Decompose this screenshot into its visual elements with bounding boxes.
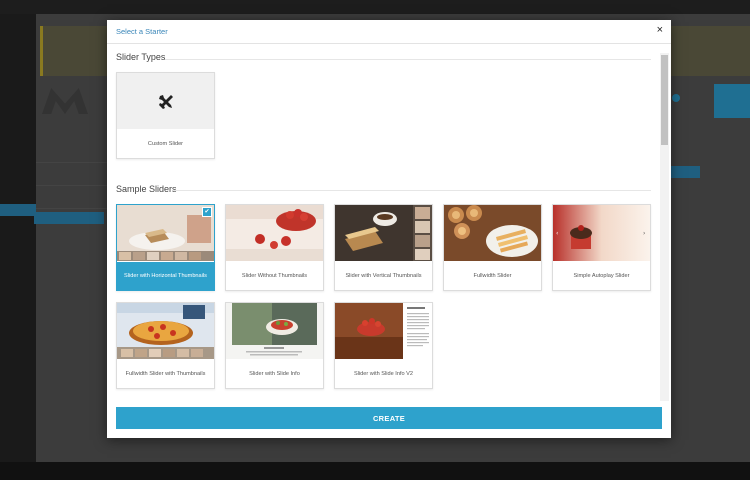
card-fullwidth-slider[interactable]: Fullwidth Slider xyxy=(443,204,542,291)
svg-text:›: › xyxy=(643,230,645,237)
modal-body: Slider Types Custom Slider Sample Slider… xyxy=(107,44,659,420)
page-footer xyxy=(0,462,750,480)
close-icon[interactable]: × xyxy=(657,24,663,36)
card-label: Simple Autoplay Slider xyxy=(573,273,630,279)
side-button xyxy=(670,166,700,178)
promo-box xyxy=(714,84,750,118)
card-slider-with-slide-info[interactable]: Slider with Slide Info xyxy=(225,302,324,389)
card-slider-vertical-thumbnails[interactable]: Slider with Vertical Thumbnails xyxy=(334,204,433,291)
section-title-slider-types: Slider Types xyxy=(116,52,166,62)
card-slider-horizontal-thumbnails[interactable]: ✔ Slider with Horizontal Thumbnails xyxy=(116,204,215,291)
new-slider-button xyxy=(34,212,104,224)
card-custom-slider[interactable]: Custom Slider xyxy=(116,72,215,159)
scrollbar-thumb[interactable] xyxy=(661,55,668,145)
modal-scrollbar[interactable] xyxy=(660,53,669,423)
card-thumbnail xyxy=(226,205,323,261)
card-thumbnail xyxy=(117,73,214,129)
modal-title: Select a Starter xyxy=(116,27,168,36)
card-label: Slider with Vertical Thumbnails xyxy=(345,273,422,279)
modal-header: Select a Starter × xyxy=(107,20,671,44)
help-icon xyxy=(672,94,680,102)
card-simple-autoplay-slider[interactable]: ‹ › Simple Autoplay Slider xyxy=(552,204,651,291)
card-label: Slider with Slide Info xyxy=(249,371,300,377)
card-thumbnail xyxy=(444,205,541,261)
section-divider xyxy=(165,59,651,60)
card-fullwidth-slider-with-thumbnails[interactable]: Fullwidth Slider with Thumbnails xyxy=(116,302,215,389)
card-slider-without-thumbnails[interactable]: Slider Without Thumbnails xyxy=(225,204,324,291)
card-thumbnail xyxy=(117,303,214,359)
admin-sidebar xyxy=(0,14,36,480)
checkmark-icon: ✔ xyxy=(202,207,212,217)
create-button[interactable]: CREATE xyxy=(116,407,662,429)
card-label: Slider with Slide Info V2 xyxy=(353,371,414,377)
section-title-sample-sliders: Sample Sliders xyxy=(116,184,177,194)
card-thumbnail xyxy=(335,205,432,261)
card-slider-with-slide-info-v2[interactable]: Slider with Slide Info V2 xyxy=(334,302,433,389)
card-label: Fullwidth Slider xyxy=(473,273,512,279)
card-label: Slider with Horizontal Thumbnails xyxy=(117,262,214,290)
card-label: Slider Without Thumbnails xyxy=(241,273,308,279)
section-divider xyxy=(173,190,651,191)
card-label: Custom Slider xyxy=(147,141,184,147)
card-label: Fullwidth Slider with Thumbnails xyxy=(125,371,206,377)
admin-bar xyxy=(0,0,750,14)
card-thumbnail xyxy=(226,303,323,359)
select-starter-modal: Select a Starter × Slider Types Custom S… xyxy=(107,20,671,438)
card-thumbnail xyxy=(117,205,214,261)
card-thumbnail: ‹ › xyxy=(553,205,650,261)
sidebar-active-item xyxy=(0,204,36,216)
modal-footer: CREATE xyxy=(107,401,671,438)
tools-icon xyxy=(159,95,173,109)
svg-text:‹: ‹ xyxy=(556,230,558,237)
card-thumbnail xyxy=(335,303,432,359)
